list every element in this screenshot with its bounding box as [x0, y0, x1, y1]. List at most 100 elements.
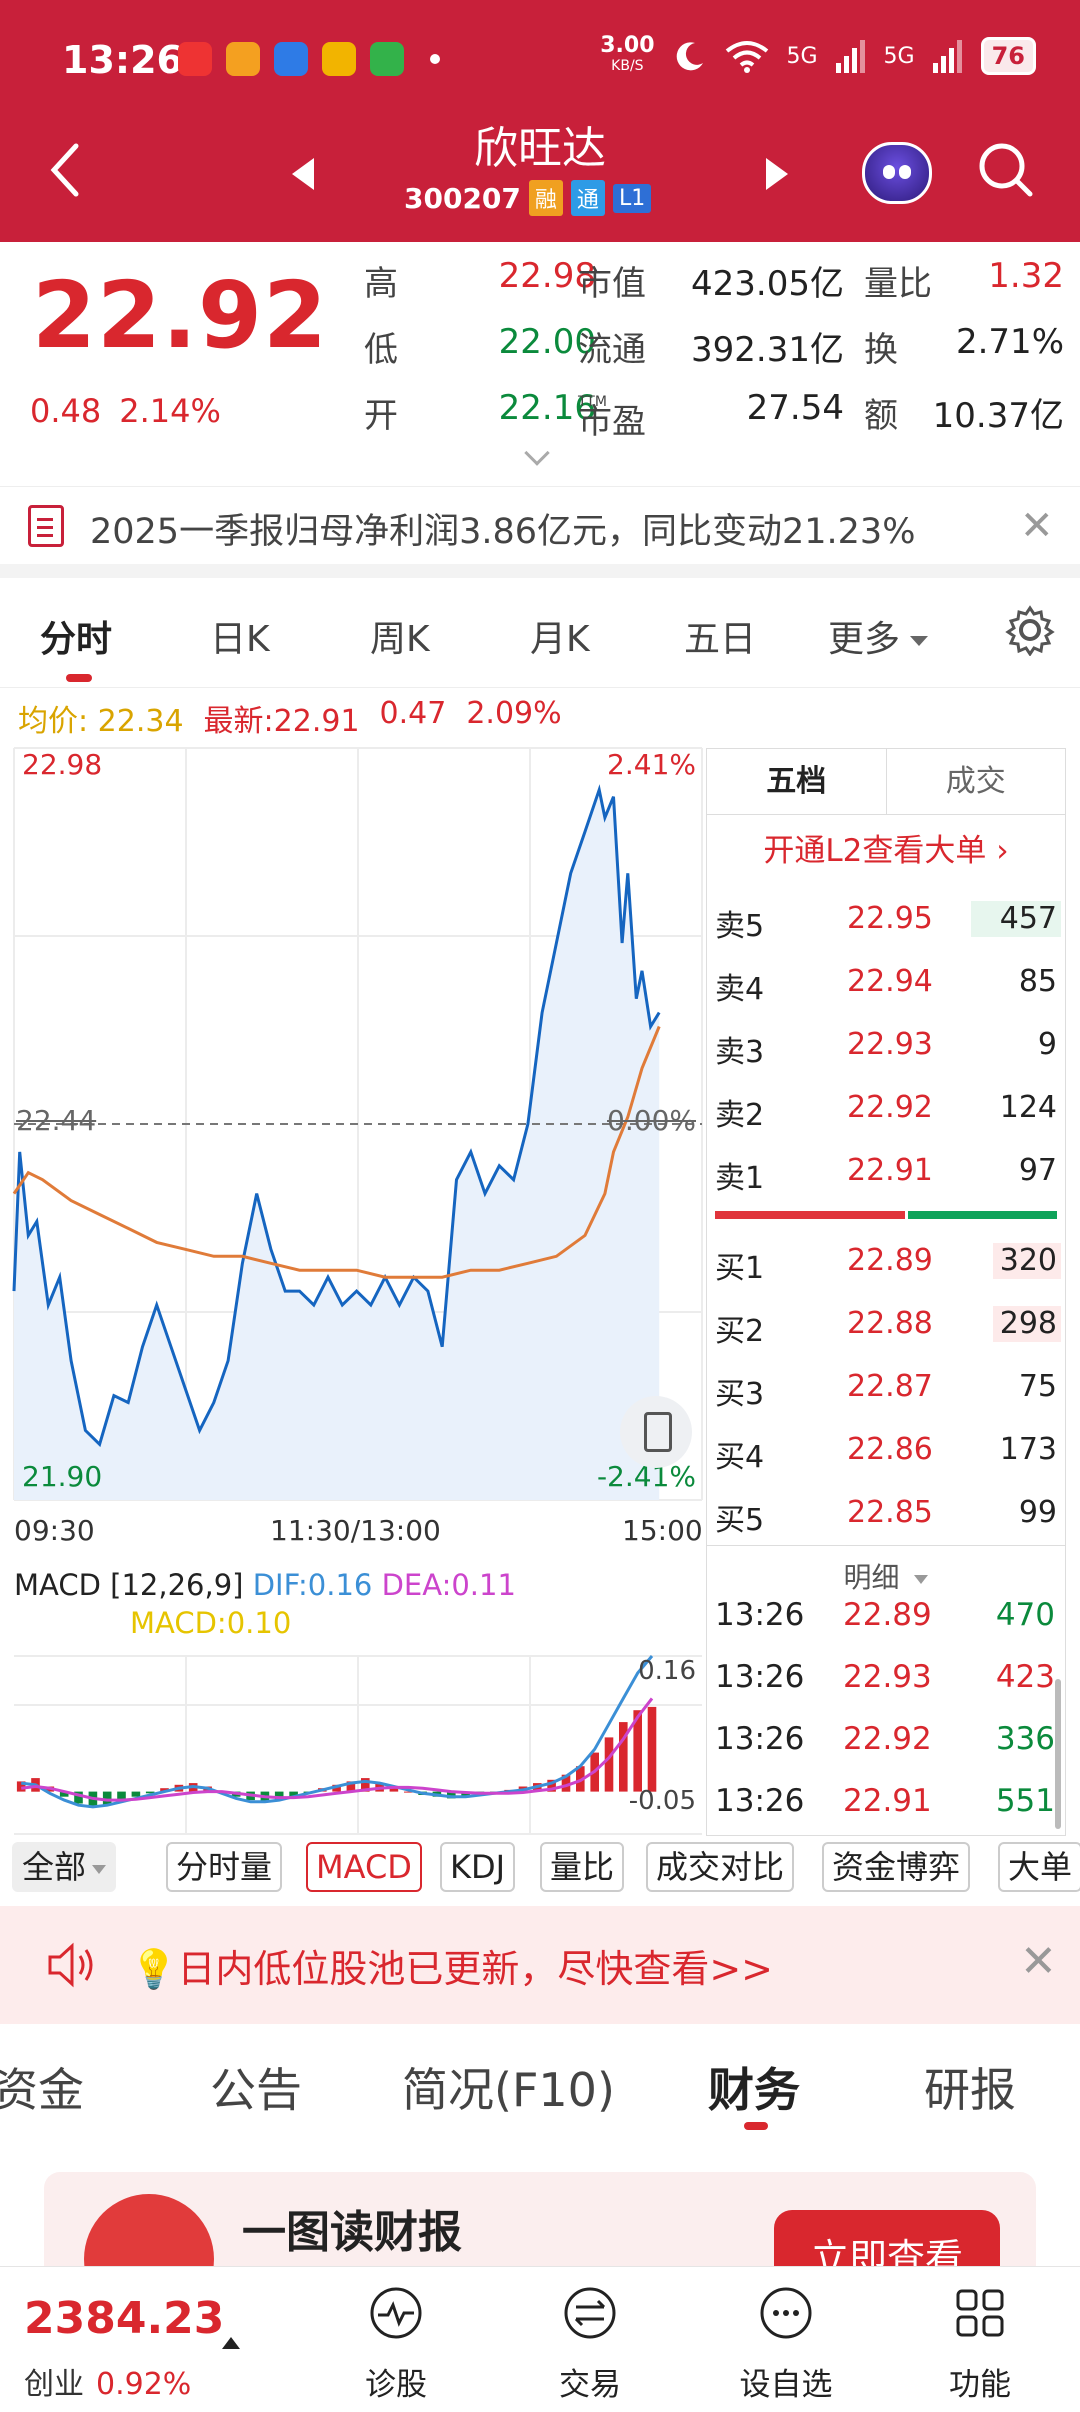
tab-indicator	[744, 2122, 768, 2130]
bottom-toolbar: 2384.23 创业 0.92% 诊股 交易 设自选 功能	[0, 2266, 1080, 2412]
diagnose-button[interactable]: 诊股	[336, 2283, 456, 2404]
bid-price: 22.87	[847, 1369, 933, 1404]
settings-gear-icon[interactable]	[1004, 604, 1056, 656]
indicator-capital-game[interactable]: 资金博弈	[822, 1842, 971, 1892]
close-icon[interactable]: ✕	[1020, 1936, 1057, 1987]
tab-f10-profile[interactable]: 简况(F10)	[402, 2054, 615, 2120]
functions-button[interactable]: 功能	[920, 2283, 1040, 2404]
tab-monthly-k[interactable]: 月K	[530, 610, 590, 662]
announcement-text[interactable]: 2025一季报归母净利润3.86亿元，同比变动21.23%	[90, 503, 915, 554]
prev-stock-icon[interactable]	[292, 158, 314, 190]
quote-label: 市值	[578, 264, 646, 304]
app-notification-icon	[370, 42, 404, 76]
latest-price: 最新:22.91	[204, 696, 360, 740]
dif-label: DIF:0.16	[252, 1568, 373, 1602]
ask-volume: 97	[1018, 1153, 1057, 1188]
margin-tag: 融	[528, 180, 563, 216]
promo-text[interactable]: 💡日内低位股池已更新，尽快查看>>	[130, 1938, 773, 1993]
tick-scrollbar[interactable]	[1055, 1679, 1061, 1829]
quote-row: 开 22.16 市盈 TTM 27.54 额 10.37亿	[364, 382, 1064, 448]
last-price: 22.92	[32, 262, 329, 369]
ask-level-row[interactable]: 卖3 22.93 9	[707, 1015, 1065, 1077]
indicator-all[interactable]: 全部	[12, 1842, 117, 1892]
avg-price-value: 22.34	[97, 704, 184, 739]
quote-value-turnover: 2.71%	[955, 322, 1064, 362]
status-dot-icon	[430, 54, 440, 64]
bid-level-row[interactable]: 买2 22.88 298	[707, 1294, 1065, 1356]
watchlist-icon	[760, 2287, 812, 2339]
x-axis-midday: 11:30/13:00	[270, 1514, 441, 1547]
y-axis-reference: 22.44	[16, 1104, 97, 1137]
ask-label: 卖4	[715, 972, 765, 1007]
quote-label: 低	[364, 330, 398, 370]
trade-button[interactable]: 交易	[530, 2283, 650, 2404]
signal-icon	[835, 40, 865, 73]
x-axis-open: 09:30	[14, 1514, 95, 1547]
ask-level-row[interactable]: 卖2 22.92 124	[707, 1078, 1065, 1140]
bid-price: 22.85	[847, 1495, 933, 1530]
ask-volume: 457	[999, 901, 1057, 936]
ask-level-row[interactable]: 卖1 22.91 97	[707, 1141, 1065, 1203]
ask-level-row[interactable]: 卖5 22.95 457	[707, 889, 1065, 951]
tab-intraday[interactable]: 分时	[40, 610, 112, 662]
tab-announcements[interactable]: 公告	[210, 2054, 302, 2120]
section-tabs: 资金 公告 简况(F10) 财务 研报	[0, 2024, 1080, 2134]
ask-level-row[interactable]: 卖4 22.94 85	[707, 952, 1065, 1014]
intraday-chart[interactable]	[0, 740, 706, 1840]
tab-trades[interactable]: 成交	[887, 749, 1066, 814]
intraday-summary: 均价: 22.34 最新:22.91 0.47 2.09%	[18, 696, 562, 740]
ai-assistant-icon[interactable]	[862, 142, 932, 204]
change-value: 0.48	[30, 392, 102, 430]
tab-more[interactable]: 更多	[828, 610, 929, 662]
indicator-volume-compare[interactable]: 成交对比	[646, 1842, 795, 1892]
indicator-intraday-volume[interactable]: 分时量	[166, 1842, 283, 1892]
quote-label: 量比	[864, 264, 932, 304]
tab-more-label: 更多	[828, 619, 901, 660]
quote-value-pe: 27.54	[746, 388, 844, 428]
moon-icon	[676, 42, 703, 71]
functions-label: 功能	[949, 2367, 1011, 2403]
announcement-bar[interactable]: 2025一季报归母净利润3.86亿元，同比变动21.23% ✕	[0, 486, 1080, 562]
index-value[interactable]: 2384.23	[24, 2293, 224, 2344]
indicator-volume-ratio[interactable]: 量比	[540, 1842, 625, 1892]
diagnose-icon	[370, 2287, 422, 2339]
price-change: 0.48 2.14%	[30, 392, 221, 430]
close-icon[interactable]: ✕	[1020, 503, 1054, 549]
add-watchlist-button[interactable]: 设自选	[726, 2283, 846, 2404]
tick-time: 13:26	[715, 1597, 805, 1633]
macd-bar	[604, 1737, 614, 1792]
promo-banner[interactable]: 💡日内低位股池已更新，尽快查看>> ✕	[0, 1906, 1080, 2024]
open-l2-link[interactable]: 开通L2查看大单 ›	[707, 825, 1065, 870]
index-name[interactable]: 创业 0.92%	[24, 2359, 191, 2403]
tab-financials[interactable]: 财务	[708, 2054, 800, 2120]
bid-level-row[interactable]: 买1 22.89 320	[707, 1231, 1065, 1293]
signal-5g-label: 5G	[786, 43, 818, 69]
quote-row: 高 22.98 市值 423.05亿 量比 1.32	[364, 250, 1064, 316]
battery-indicator: 76	[980, 37, 1036, 75]
next-stock-icon[interactable]	[766, 158, 788, 190]
tab-five-day[interactable]: 五日	[684, 610, 756, 662]
tab-capital[interactable]: 资金	[0, 2054, 84, 2120]
header-bar: 13:26 3.00 KB/S 5G 5G 76 欣旺达 300207 融 通 …	[0, 0, 1080, 242]
bid-level-row[interactable]: 买4 22.86 173	[707, 1420, 1065, 1482]
notification-icons	[178, 42, 404, 76]
tab-daily-k[interactable]: 日K	[210, 610, 270, 662]
tab-five-levels[interactable]: 五档	[707, 749, 887, 814]
bid-label: 买3	[715, 1377, 765, 1412]
bid-level-row[interactable]: 买3 22.87 75	[707, 1357, 1065, 1419]
expand-up-icon[interactable]	[222, 2337, 240, 2349]
ask-label: 卖5	[715, 909, 765, 944]
caret-down-icon	[910, 636, 929, 646]
bid-level-row[interactable]: 买5 22.85 99	[707, 1483, 1065, 1545]
bid-price: 22.88	[847, 1306, 933, 1341]
indicator-kdj[interactable]: KDJ	[440, 1842, 516, 1892]
tab-research[interactable]: 研报	[924, 2054, 1016, 2120]
indicator-large-orders[interactable]: 大单	[998, 1842, 1080, 1892]
bid-label: 买2	[715, 1314, 765, 1349]
search-icon[interactable]	[976, 140, 1036, 200]
app-notification-icon	[274, 42, 308, 76]
tab-weekly-k[interactable]: 周K	[370, 610, 430, 662]
rotate-screen-icon[interactable]	[620, 1396, 692, 1468]
indicator-macd[interactable]: MACD	[306, 1842, 422, 1892]
quote-value-amount: 10.37亿	[932, 396, 1064, 436]
